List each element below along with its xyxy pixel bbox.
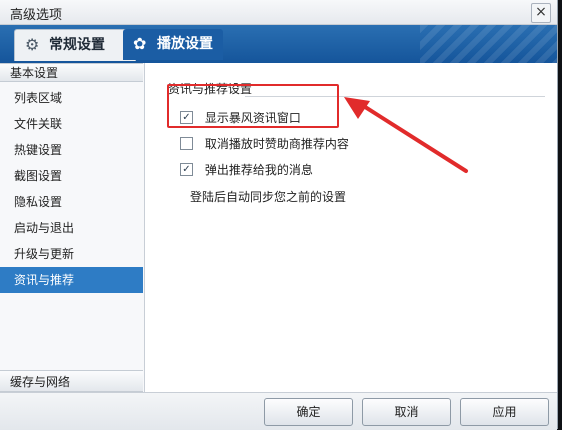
sidebar-item-file-association[interactable]: 文件关联 [0, 111, 143, 137]
tab-playback-settings[interactable]: ✿ 播放设置 [123, 29, 223, 60]
tab-general-settings[interactable]: ⚙ 常规设置 [14, 29, 136, 61]
sidebar-item-startup-exit[interactable]: 启动与退出 [0, 215, 143, 241]
tab-bar-decoration [420, 25, 557, 63]
apply-button[interactable]: 应用 [460, 398, 549, 426]
tab-bar: ⚙ 常规设置 ✿ 播放设置 [0, 25, 557, 63]
sidebar-item-upgrade-update[interactable]: 升级与更新 [0, 241, 143, 267]
cancel-button[interactable]: 取消 [362, 398, 451, 426]
option-cancel-sponsor-content[interactable]: 取消播放时赞助商推荐内容 [180, 135, 349, 153]
sync-settings-text: 登陆后自动同步您之前的设置 [190, 190, 347, 204]
gear-icon: ⚙ [25, 35, 40, 54]
annotation-highlight-box [167, 84, 339, 128]
sidebar-item-privacy[interactable]: 隐私设置 [0, 189, 143, 215]
option-label: 取消播放时赞助商推荐内容 [204, 137, 349, 151]
window-title: 高级选项 [10, 8, 63, 23]
option-label: 弹出推荐给我的消息 [204, 163, 313, 177]
sidebar-item-screenshot[interactable]: 截图设置 [0, 163, 143, 189]
ok-button[interactable]: 确定 [264, 398, 353, 426]
tab-label: 播放设置 [157, 36, 213, 52]
checkbox-cancel-sponsor-content[interactable] [180, 137, 193, 150]
sidebar: 基本设置 列表区域 文件关联 热键设置 截图设置 隐私设置 启动与退出 升级与更… [0, 63, 145, 392]
dialog-button-bar: 确定 取消 应用 [0, 392, 557, 430]
play-settings-icon: ✿ [133, 34, 147, 53]
advanced-options-window: 高级选项 × ⚙ 常规设置 ✿ 播放设置 基本设置 列表区域 文件关联 热键设置… [0, 0, 558, 430]
sidebar-item-hotkeys[interactable]: 热键设置 [0, 137, 143, 163]
annotation-arrow [344, 97, 468, 173]
sidebar-list: 列表区域 文件关联 热键设置 截图设置 隐私设置 启动与退出 升级与更新 资讯与… [0, 85, 143, 293]
sidebar-header-basic-settings[interactable]: 基本设置 [0, 63, 143, 82]
title-bar: 高级选项 × [0, 0, 557, 25]
sidebar-footer-cache-network[interactable]: 缓存与网络 [0, 370, 143, 392]
sidebar-item-list-area[interactable]: 列表区域 [0, 85, 143, 111]
checkbox-popup-recommend-messages[interactable]: ✓ [180, 163, 193, 176]
close-button[interactable]: × [531, 3, 551, 23]
sidebar-item-news-recommend[interactable]: 资讯与推荐 [0, 267, 143, 293]
tab-label: 常规设置 [49, 37, 105, 53]
option-popup-recommend-messages[interactable]: ✓ 弹出推荐给我的消息 [180, 161, 313, 179]
